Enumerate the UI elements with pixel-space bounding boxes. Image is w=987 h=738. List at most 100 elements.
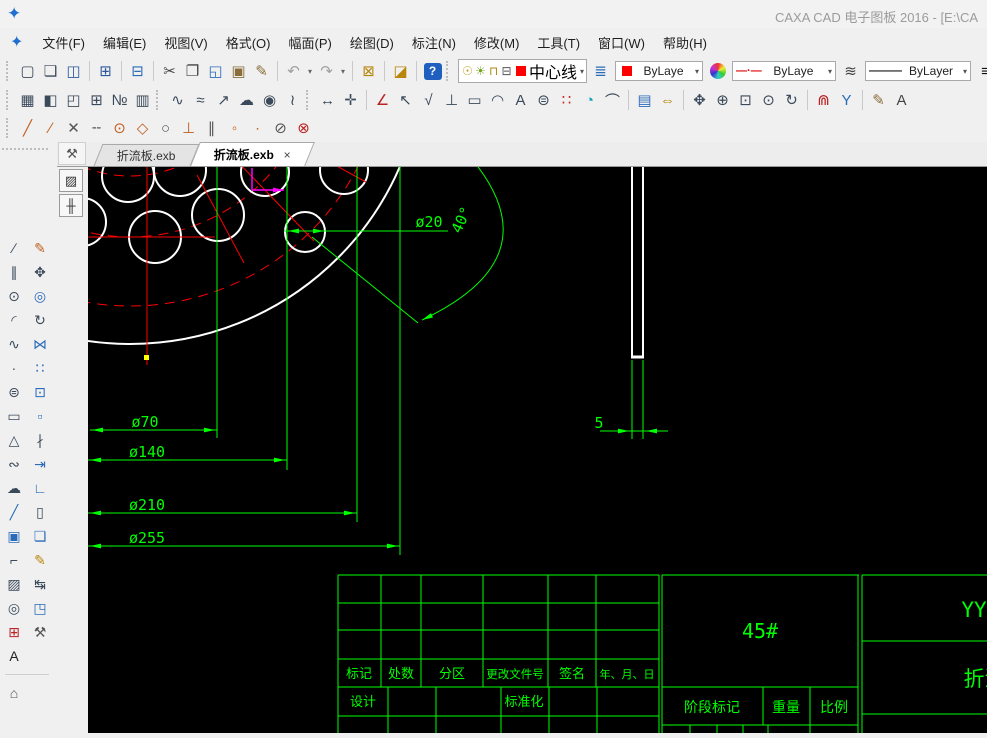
ortho-tool-icon[interactable]: Y	[835, 89, 858, 111]
serial-number-icon[interactable]: №	[108, 89, 131, 111]
bom-table-icon[interactable]: ▥	[131, 89, 154, 111]
grid-tab-icon[interactable]: ╫	[59, 194, 83, 217]
eraser-icon[interactable]: ✎	[27, 237, 53, 260]
arrow-mark-icon[interactable]: ↗	[212, 89, 235, 111]
insert-table-icon[interactable]: ⊞	[1, 621, 27, 644]
weld-symbol-icon[interactable]: ≀	[281, 89, 304, 111]
copy-icon[interactable]: ❐	[181, 60, 204, 82]
datum-target-icon[interactable]: ◉	[258, 89, 281, 111]
layer-locked-icon[interactable]: ⊓	[487, 60, 500, 82]
zoom-dynamic-icon[interactable]: ↻	[780, 89, 803, 111]
scale-icon[interactable]: ⊡	[27, 381, 53, 404]
polygon-icon[interactable]: △	[1, 429, 27, 452]
new-view-icon[interactable]: ▯	[27, 501, 53, 524]
text-tool-icon[interactable]: A	[890, 89, 913, 111]
copy-with-basepoint-icon[interactable]: ◱	[204, 60, 227, 82]
lineweight-combo[interactable]: ———ByLayer▾	[865, 61, 971, 81]
menu-item-window[interactable]: 窗口(W)	[589, 29, 654, 56]
close-icon[interactable]: ×	[284, 148, 291, 162]
snap-magnet-icon[interactable]: ⋒	[812, 89, 835, 111]
trim-icon[interactable]: ∤	[27, 429, 53, 452]
palette-icon[interactable]: ◳	[27, 597, 53, 620]
drawing-frame-icon[interactable]: ▦	[16, 89, 39, 111]
snap-center-icon[interactable]: ⊙	[108, 117, 131, 139]
rectangle-icon[interactable]: ▭	[1, 405, 27, 428]
layer-tool-icon[interactable]: ≣	[589, 60, 612, 82]
wave-line-icon[interactable]: ∿	[166, 89, 189, 111]
open-file-icon[interactable]: ❏	[39, 60, 62, 82]
line-icon[interactable]: ∕	[1, 237, 27, 260]
lineweight-icon[interactable]: ≡	[974, 60, 987, 82]
snap-intersection-icon[interactable]: ✕	[62, 117, 85, 139]
mirror-icon[interactable]: ⋈	[27, 333, 53, 356]
menu-item-dimension[interactable]: 标注(N)	[403, 29, 465, 56]
text-style-icon[interactable]: A	[509, 89, 532, 111]
zoom-window-icon[interactable]: ⊡	[734, 89, 757, 111]
menu-item-draw[interactable]: 绘图(D)	[341, 29, 403, 56]
new-file-icon[interactable]: ▢	[16, 60, 39, 82]
purge-icon[interactable]: ⊠	[357, 60, 380, 82]
menu-item-format[interactable]: 格式(O)	[217, 29, 280, 56]
table-icon[interactable]: ⊞	[85, 89, 108, 111]
spline-icon[interactable]: ∿	[1, 333, 27, 356]
array-icon[interactable]: ∷	[27, 357, 53, 380]
color-combo[interactable]: ByLaye▾	[615, 61, 703, 81]
curve-dimension-icon[interactable]: ◠	[486, 89, 509, 111]
paste-icon[interactable]: ▣	[227, 60, 250, 82]
chevron-down-icon[interactable]: ▾	[580, 67, 584, 76]
snap-clear-icon[interactable]: ⊗	[292, 117, 315, 139]
sketch-pencil-icon[interactable]: ✎	[867, 89, 890, 111]
linetype-manager-icon[interactable]: ≋	[839, 60, 862, 82]
surface-roughness-icon[interactable]: √	[417, 89, 440, 111]
toolbar-grip[interactable]	[6, 90, 11, 110]
ellipse-icon[interactable]: ⊜	[1, 381, 27, 404]
closed-spline-icon[interactable]: ∾	[1, 453, 27, 476]
tolerance-frame-icon[interactable]: ▭	[463, 89, 486, 111]
layer-frozen-icon[interactable]: ☀	[474, 60, 487, 82]
toolbar-grip[interactable]	[6, 61, 11, 81]
linetype-combo[interactable]: —·—ByLaye▾	[732, 61, 836, 81]
doc-tab-1[interactable]: 折流板.exb	[94, 144, 200, 166]
align-text-icon[interactable]: ⊜	[532, 89, 555, 111]
dimension-icon[interactable]: ↔	[316, 89, 339, 111]
menu-item-view[interactable]: 视图(V)	[155, 29, 216, 56]
quadrant-mark-icon[interactable]: ◔	[578, 89, 601, 111]
coordinate-dimension-icon[interactable]: ✛	[339, 89, 362, 111]
layer-on-icon[interactable]: ☉	[461, 60, 474, 82]
undo-icon[interactable]: ↶	[282, 60, 305, 82]
menu-item-layout[interactable]: 幅面(P)	[279, 29, 340, 56]
chamfer-icon[interactable]: ∟	[27, 477, 53, 500]
datum-symbol-icon[interactable]: ⊥	[440, 89, 463, 111]
menu-item-help[interactable]: 帮助(H)	[654, 29, 716, 56]
snap-extension-icon[interactable]: ╌	[85, 117, 108, 139]
copy-view-icon[interactable]: ❏	[27, 525, 53, 548]
snap-tangent-point-icon[interactable]: ⊘	[269, 117, 292, 139]
extend-icon[interactable]: ⇥	[27, 453, 53, 476]
undo-options-icon[interactable]: ▾	[305, 60, 315, 82]
pan-icon[interactable]: ✥	[688, 89, 711, 111]
toolbar-grip[interactable]	[6, 118, 11, 138]
circle-icon[interactable]: ⊙	[1, 285, 27, 308]
drawing-canvas[interactable]: ø70ø140ø210ø255ø2040°5标记处数分区更改文件号签名年、月、日…	[88, 167, 987, 733]
revision-cloud-icon[interactable]: ☁	[235, 89, 258, 111]
properties-panel-icon[interactable]: ▤	[633, 89, 656, 111]
title-block-icon[interactable]: ◧	[39, 89, 62, 111]
menu-item-modify[interactable]: 修改(M)	[465, 29, 529, 56]
point-icon[interactable]: ∙	[1, 357, 27, 380]
snap-quadrant-icon[interactable]: ◇	[131, 117, 154, 139]
snap-midpoint-icon[interactable]: ∕	[39, 117, 62, 139]
chevron-down-icon[interactable]: ▾	[828, 67, 832, 76]
rotate-icon[interactable]: ↻	[27, 309, 53, 332]
format-painter-icon[interactable]: ✎	[250, 60, 273, 82]
layer-plot-icon[interactable]: ⊟	[500, 60, 513, 82]
help-icon[interactable]: ?	[421, 60, 444, 82]
layer-combo[interactable]: ☉☀⊓⊟中心线▾	[458, 59, 587, 83]
zoom-in-icon[interactable]: ⊕	[711, 89, 734, 111]
panel-grip[interactable]	[2, 148, 48, 150]
snap-tangent-icon[interactable]: ○	[154, 117, 177, 139]
snap-parallel-icon[interactable]: ∥	[200, 117, 223, 139]
snap-node-icon[interactable]: ∙	[246, 117, 269, 139]
leader-icon[interactable]: ↖	[394, 89, 417, 111]
toolbar-grip[interactable]	[156, 90, 161, 110]
data-import-icon[interactable]: ⊞	[94, 60, 117, 82]
